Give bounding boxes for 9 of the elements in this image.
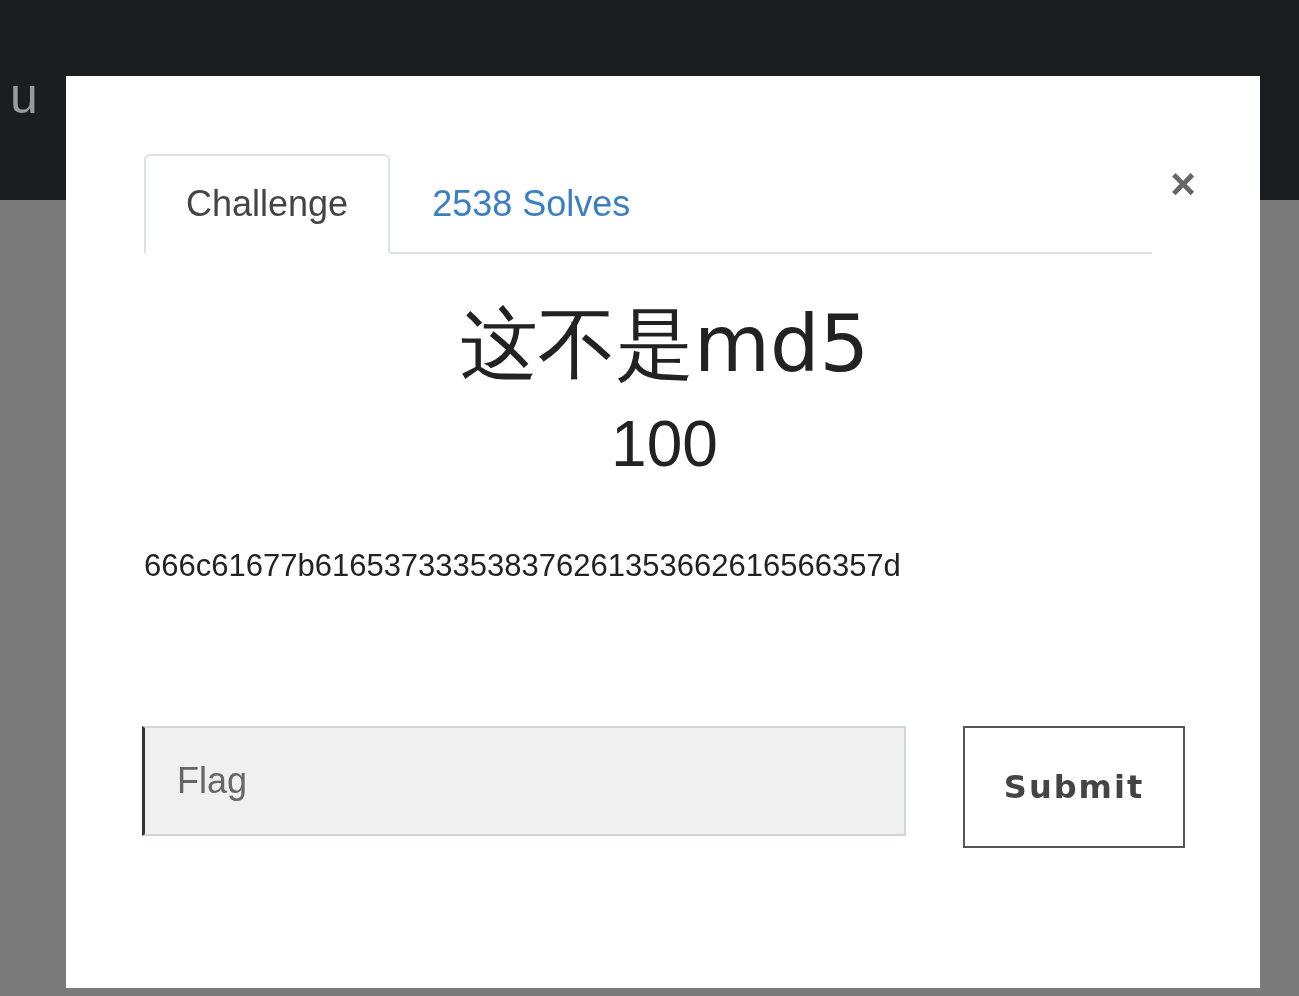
submit-button[interactable]: Submit xyxy=(963,726,1185,848)
tab[interactable]: 2538 Solves xyxy=(390,154,673,254)
tab[interactable]: Challenge xyxy=(144,154,391,254)
brand-logo[interactable]: u xyxy=(10,68,38,124)
challenge-title: 这不是md5 xyxy=(458,298,871,391)
close-button[interactable]: × xyxy=(1170,162,1196,206)
challenge-description: 666c61677b616537333538376261353662616566357d xyxy=(144,547,902,585)
challenge-points: 100 xyxy=(610,407,719,482)
flag-input[interactable]: Flag xyxy=(142,726,906,836)
